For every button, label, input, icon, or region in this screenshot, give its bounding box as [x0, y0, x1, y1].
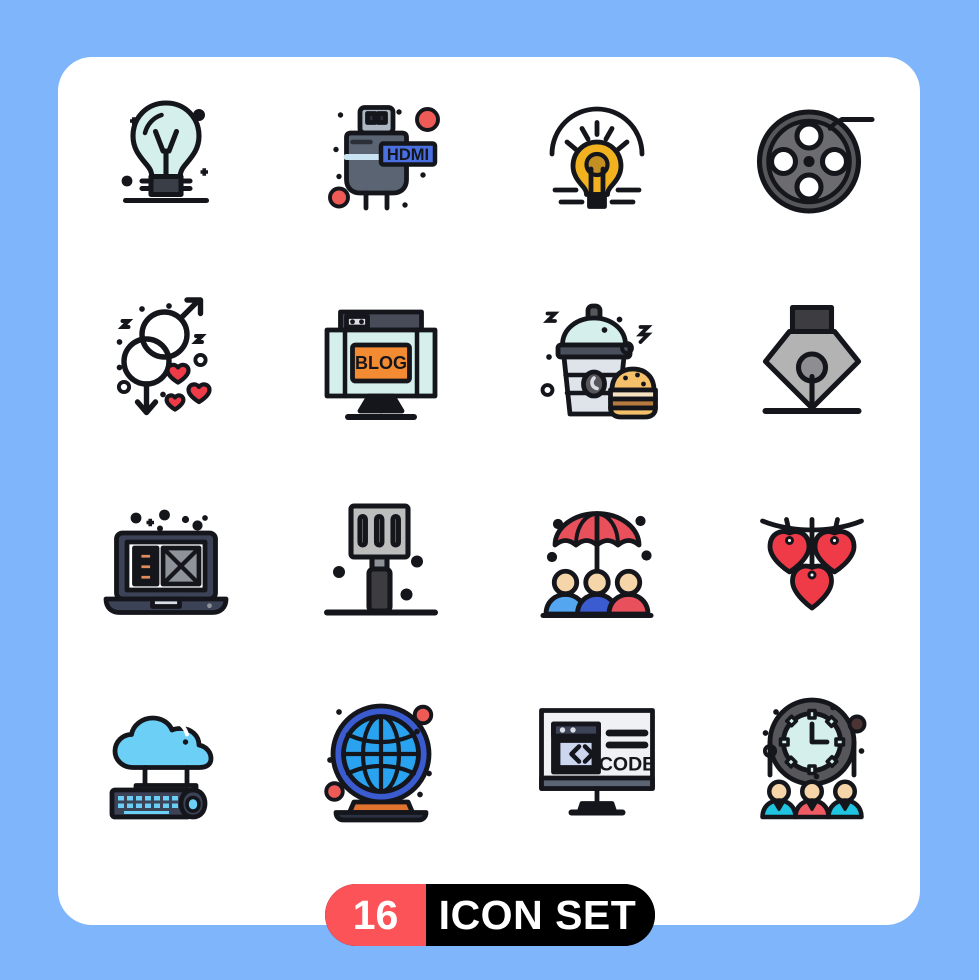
cloud-computing-keyboard-icon — [109, 715, 214, 820]
icon-cell-pen-nib[interactable] — [705, 257, 921, 457]
icon-cell-blog-monitor[interactable]: BLOG — [274, 257, 490, 457]
grill-spatula-icon — [324, 503, 439, 616]
svg-text:HDMI: HDMI — [387, 146, 429, 164]
icon-set-label: ICON SET — [426, 884, 655, 946]
icon-cell-drink-and-burger[interactable] — [489, 257, 705, 457]
drink-and-burger-icon — [540, 303, 658, 420]
hdmi-connector-icon: HDMI — [328, 105, 441, 211]
icon-cell-grill-spatula[interactable] — [274, 457, 490, 657]
icon-count: 16 — [325, 884, 426, 946]
icon-cell-hdmi-connector[interactable]: HDMI — [274, 57, 490, 257]
icon-grid: HDMI BLOG CODE — [58, 57, 920, 857]
umbrella-insurance-people-icon — [540, 511, 654, 619]
icon-cell-laptop-email-layout[interactable] — [58, 457, 274, 657]
clock-team-schedule-icon — [760, 697, 867, 820]
icon-cell-hanging-hearts[interactable] — [705, 457, 921, 657]
poster-stage: HDMI BLOG CODE 16 ICON SET — [0, 0, 979, 980]
icon-cell-cloud-computing-keyboard[interactable] — [58, 657, 274, 857]
pen-nib-icon — [762, 304, 862, 414]
icon-cell-code-monitor[interactable]: CODE — [489, 657, 705, 857]
blog-monitor-icon: BLOG — [324, 309, 438, 420]
icon-cell-gender-symbols-hearts[interactable] — [58, 257, 274, 457]
icon-cell-clock-team-schedule[interactable] — [705, 657, 921, 857]
icon-cell-film-reel[interactable] — [705, 57, 921, 257]
svg-text:CODE: CODE — [599, 754, 655, 776]
icon-cell-umbrella-insurance-people[interactable] — [489, 457, 705, 657]
hanging-hearts-icon — [760, 517, 865, 611]
icon-set-badge: 16 ICON SET — [325, 884, 655, 946]
icon-cell-glowing-idea-bulb[interactable] — [489, 57, 705, 257]
laptop-email-layout-icon — [103, 509, 229, 615]
svg-text:BLOG: BLOG — [355, 353, 407, 373]
gender-symbols-hearts-icon — [116, 297, 212, 416]
glowing-idea-bulb-icon — [549, 106, 645, 209]
light-bulb-idea-icon — [121, 100, 209, 204]
film-reel-icon — [757, 109, 875, 214]
code-monitor-icon: CODE — [538, 708, 655, 816]
icon-cell-light-bulb-idea[interactable] — [58, 57, 274, 257]
icon-cell-globe-stand[interactable] — [274, 657, 490, 857]
globe-stand-icon — [324, 703, 434, 823]
